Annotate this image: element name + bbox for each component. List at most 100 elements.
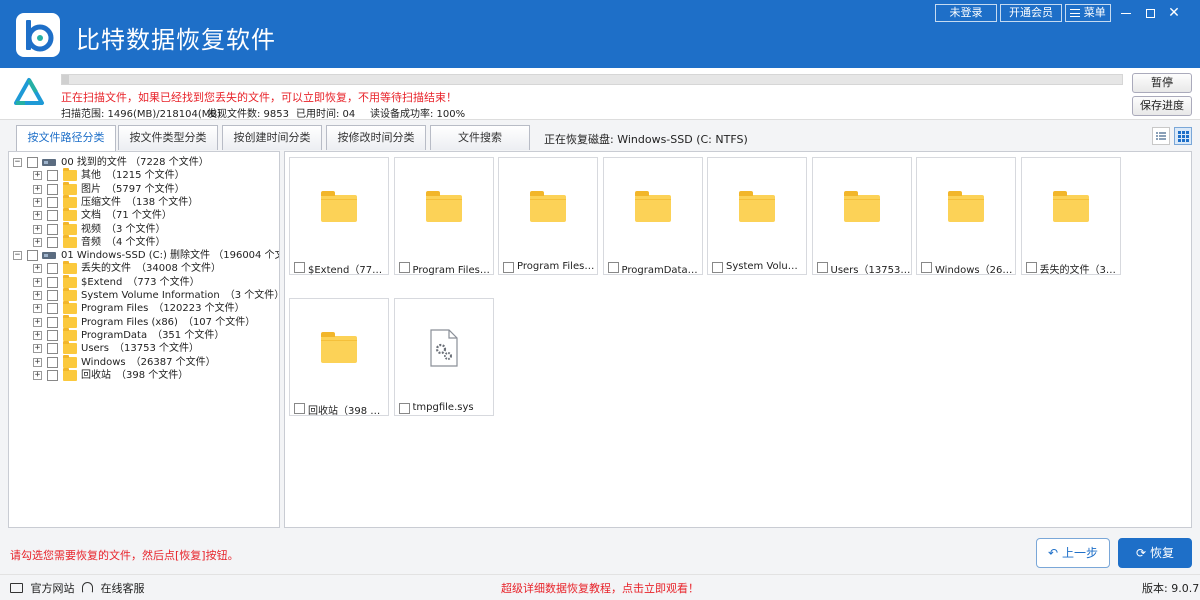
tree-row[interactable]: + Users （13753 个文件） [9, 341, 279, 355]
file-name: Windows（26387 ... [935, 265, 1015, 276]
card-checkbox[interactable] [294, 403, 305, 414]
tree-row[interactable]: + Program Files （120223 个文件） [9, 301, 279, 315]
expand-icon[interactable]: + [33, 370, 42, 380]
tree-checkbox[interactable] [47, 236, 58, 248]
expand-icon[interactable]: + [33, 330, 42, 340]
file-thumbnail [290, 158, 388, 258]
card-checkbox[interactable] [1025, 262, 1037, 273]
file-card[interactable]: Windows（26387 ... [916, 157, 1016, 276]
file-card[interactable]: Users（13753 个... [811, 157, 912, 276]
card-checkbox[interactable] [503, 262, 514, 273]
tree-row[interactable]: + 视频 （3 个文件） [9, 221, 279, 236]
expand-icon[interactable]: + [33, 264, 42, 274]
grid-view-button[interactable] [1174, 127, 1192, 145]
tree-checkbox[interactable] [47, 303, 58, 315]
pause-button[interactable]: 暂停 [1132, 73, 1192, 93]
tree-checkbox[interactable] [47, 290, 58, 301]
tree-row[interactable]: + 回收站 （398 个文件） [9, 367, 279, 382]
tab-by-path[interactable]: 按文件路径分类 [16, 125, 116, 152]
vip-button[interactable]: 开通会员 [1000, 4, 1062, 22]
tree-checkbox[interactable] [47, 369, 58, 381]
expand-icon[interactable]: + [33, 291, 42, 300]
maximize-button[interactable] [1139, 3, 1161, 23]
tree-checkbox[interactable] [27, 250, 38, 262]
tree-checkbox[interactable] [47, 170, 58, 182]
tree-label: Users （13753 个文件） [81, 343, 199, 355]
expand-icon[interactable]: + [33, 304, 42, 314]
tree-checkbox[interactable] [47, 329, 58, 341]
card-checkbox[interactable] [712, 262, 723, 273]
back-button[interactable]: ↶ 上一步 [1036, 538, 1110, 568]
close-button[interactable]: ✕ [1163, 3, 1185, 23]
minimize-button[interactable] [1115, 3, 1137, 23]
expand-icon[interactable]: + [33, 277, 42, 287]
card-checkbox[interactable] [816, 262, 828, 273]
tree-row[interactable]: + 文档 （71 个文件） [9, 208, 279, 222]
menu-icon [1070, 9, 1081, 17]
tree-checkbox[interactable] [27, 157, 38, 168]
tree-row[interactable]: + ProgramData （351 个文件） [9, 327, 279, 342]
recover-button[interactable]: ⟳ 恢复 [1118, 538, 1192, 568]
tree-checkbox[interactable] [47, 356, 58, 368]
tree-checkbox[interactable] [47, 223, 58, 235]
collapse-icon[interactable]: − [13, 158, 22, 167]
recover-icon: ⟳ [1136, 546, 1147, 560]
tree-label: Program Files (x86) （107 个文件） [81, 316, 256, 328]
expand-icon[interactable]: + [33, 211, 42, 221]
tab-by-created[interactable]: 按创建时间分类 [222, 125, 322, 150]
expand-icon[interactable]: + [33, 197, 42, 207]
file-card[interactable]: 回收站（398 个... [289, 298, 389, 417]
card-checkbox[interactable] [398, 403, 410, 414]
file-card[interactable]: ProgramData（35... [602, 157, 703, 276]
expand-icon[interactable]: + [33, 317, 42, 327]
tree-row[interactable]: + 丢失的文件 （34008 个文件） [9, 261, 279, 275]
tree-row[interactable]: + 压缩文件 （138 个文件） [9, 194, 279, 209]
tree-checkbox[interactable] [47, 183, 58, 195]
expand-icon[interactable]: + [33, 171, 42, 181]
file-card[interactable]: $Extend（773 个... [289, 157, 389, 276]
tree-checkbox[interactable] [47, 210, 58, 222]
close-icon: ✕ [1168, 5, 1180, 21]
tab-file-search[interactable]: 文件搜索 [430, 125, 530, 150]
list-view-button[interactable] [1152, 127, 1170, 145]
expand-icon[interactable]: + [33, 344, 42, 354]
file-card[interactable]: System Volume In... [707, 157, 807, 275]
card-checkbox[interactable] [607, 262, 619, 273]
tutorial-link[interactable]: 超级详细数据恢复教程，点击立即观看！ [0, 580, 1200, 596]
tab-by-type[interactable]: 按文件类型分类 [118, 125, 218, 150]
tree-checkbox[interactable] [47, 343, 58, 355]
tree-row[interactable]: + 音频 （4 个文件） [9, 234, 279, 249]
card-checkbox[interactable] [294, 262, 305, 273]
folder-icon [321, 191, 357, 222]
card-checkbox[interactable] [398, 262, 410, 273]
tree-row[interactable]: + System Volume Information （3 个文件） [9, 288, 279, 302]
file-card[interactable]: 丢失的文件（34... [1020, 157, 1121, 276]
save-progress-button[interactable]: 保存进度 [1132, 96, 1192, 116]
tree-row[interactable]: + Program Files (x86) （107 个文件） [9, 314, 279, 329]
folder-tree-panel: − 00 找到的文件 （7228 个文件） + 其他 （1215 个文件） + 图片 （5… [8, 151, 280, 528]
tree-row[interactable]: − 00 找到的文件 （7228 个文件） [9, 156, 279, 169]
expand-icon[interactable]: + [33, 237, 42, 247]
title-bar: 比特数据恢复软件 未登录 开通会员 菜单 ✕ [0, 0, 1200, 68]
tree-row[interactable]: + Windows （26387 个文件） [9, 354, 279, 369]
file-card[interactable]: Program Files（12... [393, 157, 494, 276]
tree-checkbox[interactable] [47, 196, 58, 208]
expand-icon[interactable]: + [33, 184, 42, 194]
expand-icon[interactable]: + [33, 357, 42, 367]
expand-icon[interactable]: + [33, 224, 42, 234]
tree-row[interactable]: + $Extend （773 个文件） [9, 274, 279, 289]
tree-row[interactable]: − 01 Windows-SSD (C:) 删除文件 （196004 个文件） [9, 249, 279, 262]
collapse-icon[interactable]: − [13, 251, 22, 261]
menu-button[interactable]: 菜单 [1065, 4, 1111, 22]
tree-checkbox[interactable] [47, 263, 58, 275]
login-button[interactable]: 未登录 [935, 4, 997, 22]
tree-checkbox[interactable] [47, 276, 58, 288]
card-checkbox[interactable] [921, 262, 932, 273]
tree-checkbox[interactable] [47, 316, 58, 328]
tree-row[interactable]: + 其他 （1215 个文件） [9, 168, 279, 182]
tab-by-modified[interactable]: 按修改时间分类 [326, 125, 426, 150]
current-disk-label: 正在恢复磁盘: Windows-SSD (C: NTFS) [544, 133, 748, 146]
tree-row[interactable]: + 图片 （5797 个文件） [9, 181, 279, 196]
file-card[interactable]: Program Files (x8... [498, 157, 598, 275]
file-card[interactable]: tmpgfile.sys [393, 298, 494, 416]
